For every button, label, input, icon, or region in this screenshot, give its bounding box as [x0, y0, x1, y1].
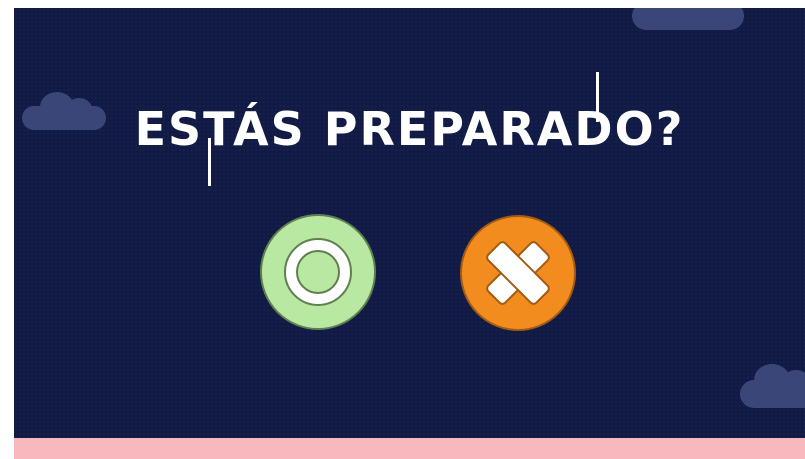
question-title: ESTÁS PREPARADO?: [134, 102, 685, 156]
cloud-decoration: [740, 364, 805, 408]
yes-button[interactable]: [260, 214, 376, 330]
circle-confirm-icon: [284, 238, 352, 306]
bottom-bar: [14, 438, 805, 459]
no-button[interactable]: [460, 215, 576, 331]
title-decoration-stroke: [596, 72, 599, 122]
game-screen: ESTÁS PREPARADO?: [14, 8, 805, 439]
cloud-decoration: [632, 8, 744, 30]
title-decoration-stroke: [208, 138, 211, 186]
x-cancel-icon: [486, 241, 550, 305]
